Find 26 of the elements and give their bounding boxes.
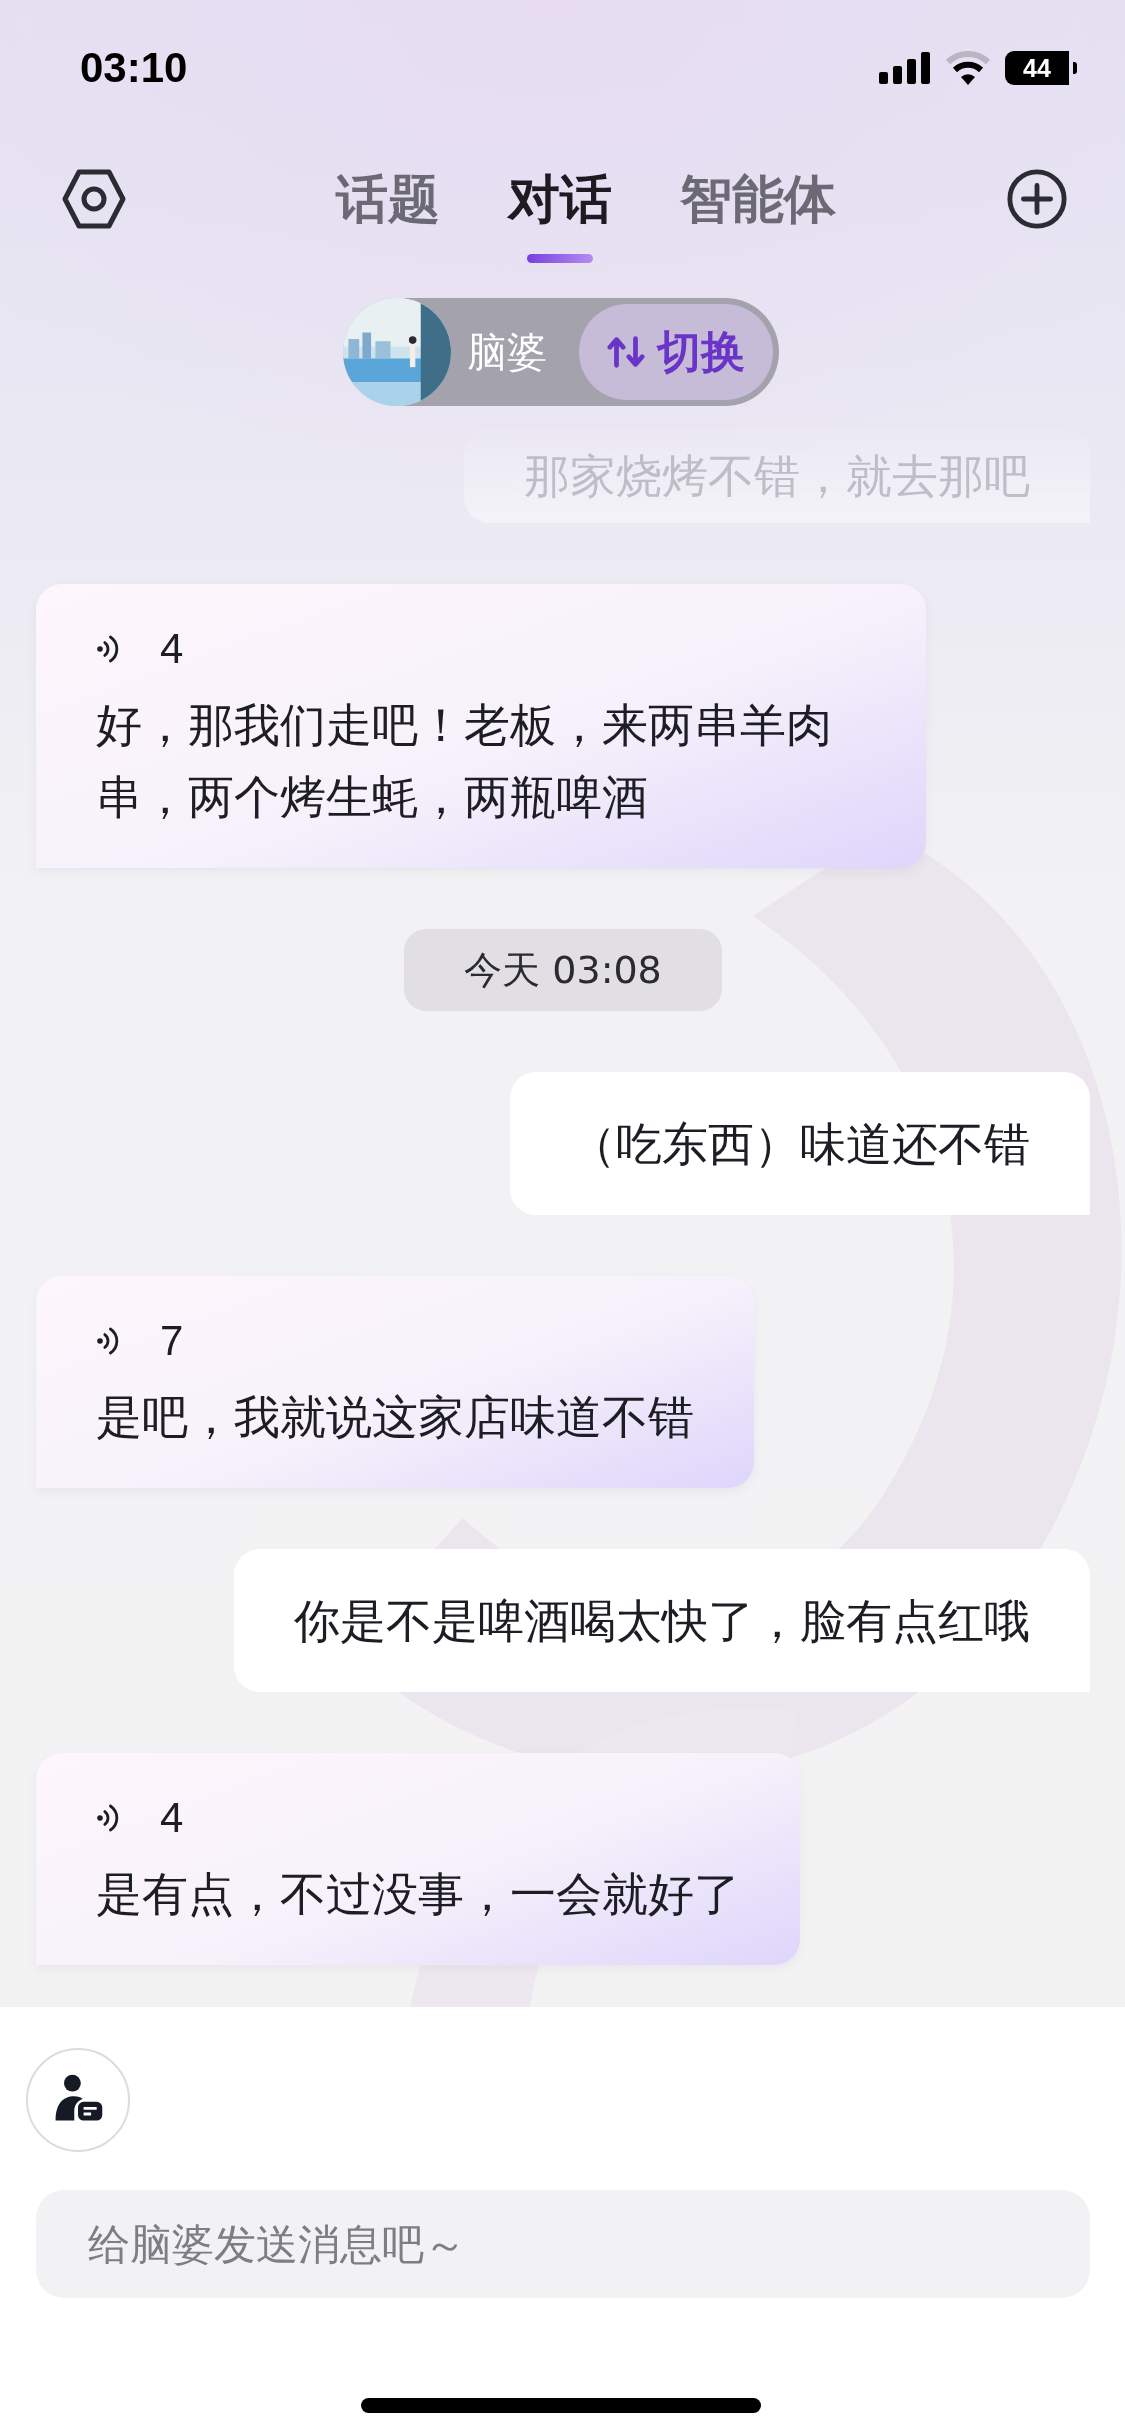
message-input-field[interactable]: 给脑婆发送消息吧～ [36,2190,1090,2298]
signal-icon [879,52,931,84]
battery-icon: 44 [1005,51,1077,85]
audio-count: 4 [160,625,184,673]
message-text: （吃东西）味道还不错 [570,1115,1030,1173]
message-text: 是吧，我就说这家店味道不错 [96,1389,694,1446]
message-text: 好，那我们走吧！老板，来两串羊肉串，两个烤生蚝，两瓶啤酒 [96,697,833,826]
wifi-icon [945,51,991,85]
switch-button[interactable]: 切换 [578,304,773,400]
speaker-icon[interactable] [96,1325,120,1357]
tab[interactable]: 对话 [503,125,616,273]
speaker-icon[interactable] [96,633,120,665]
tab[interactable]: 话题 [331,125,444,273]
audio-count: 7 [160,1317,184,1365]
settings-icon[interactable] [62,168,126,230]
status-time: 03:10 [80,44,188,92]
speaker-icon[interactable] [96,1802,120,1834]
tab[interactable]: 智能体 [675,125,840,273]
agent-switcher[interactable]: 脑婆 切换 [342,298,779,406]
message-text: 你是不是啤酒喝太快了，脸有点红哦 [294,1592,1030,1650]
message-text: 是有点，不过没事，一会就好了 [96,1866,740,1923]
agent-name: 脑婆 [466,327,548,377]
swap-icon [606,333,645,371]
add-icon[interactable] [1005,168,1069,230]
timestamp: 今天 03:08 [404,929,722,1011]
audio-count: 4 [160,1794,184,1842]
